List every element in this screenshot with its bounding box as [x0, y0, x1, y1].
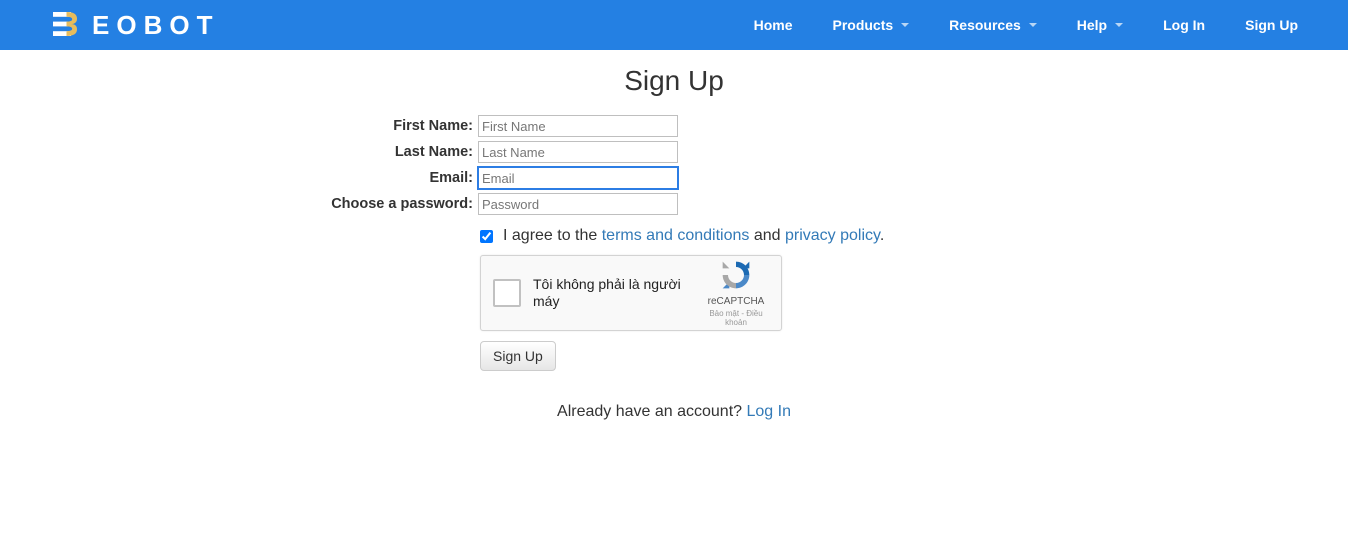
recaptcha-checkbox[interactable] [493, 279, 521, 307]
chevron-down-icon [1029, 23, 1037, 27]
signup-form: First Name: Last Name: Email: Choose a p… [104, 115, 1244, 371]
first-name-label: First Name: [104, 118, 478, 134]
terms-link[interactable]: terms and conditions [602, 227, 750, 244]
nav-help-label: Help [1077, 17, 1107, 33]
nav-home-label: Home [754, 17, 793, 33]
first-name-row: First Name: [104, 115, 1244, 137]
recaptcha-terms-text: Bảo mật - Điều khoản [703, 309, 769, 327]
email-label: Email: [104, 170, 478, 186]
nav-signup[interactable]: Sign Up [1245, 17, 1298, 33]
password-label: Choose a password: [104, 196, 478, 212]
nav-products[interactable]: Products [832, 17, 909, 33]
navbar: EOBOT Home Products Resources Help Log I… [0, 0, 1348, 50]
recaptcha-widget: Tôi không phải là người máy reCAPTCHA Bả… [480, 255, 782, 331]
recaptcha-brand-text: reCAPTCHA [703, 296, 769, 307]
privacy-link[interactable]: privacy policy [785, 227, 880, 244]
brand-link[interactable]: EOBOT [50, 9, 219, 42]
login-prompt: Already have an account? Log In [104, 403, 1244, 421]
login-prompt-text: Already have an account? [557, 403, 746, 420]
agree-prefix: I agree to the [503, 227, 602, 244]
page-title: Sign Up [104, 65, 1244, 97]
agree-and: and [749, 227, 785, 244]
recaptcha-logo-icon [720, 259, 752, 291]
signup-button[interactable]: Sign Up [480, 341, 556, 371]
page-container: Sign Up First Name: Last Name: Email: Ch… [104, 50, 1244, 421]
nav-home[interactable]: Home [754, 17, 793, 33]
last-name-input[interactable] [478, 141, 678, 163]
password-row: Choose a password: [104, 193, 1244, 215]
recaptcha-branding: reCAPTCHA Bảo mật - Điều khoản [703, 259, 769, 327]
nav-resources[interactable]: Resources [949, 17, 1037, 33]
recaptcha-label: Tôi không phải là người máy [533, 276, 703, 310]
last-name-label: Last Name: [104, 144, 478, 160]
agree-checkbox[interactable] [480, 230, 493, 243]
agree-text: I agree to the terms and conditions and … [503, 227, 884, 245]
nav-login-label: Log In [1163, 17, 1205, 33]
first-name-input[interactable] [478, 115, 678, 137]
nav-resources-label: Resources [949, 17, 1021, 33]
agree-row: I agree to the terms and conditions and … [480, 227, 1244, 245]
nav-login[interactable]: Log In [1163, 17, 1205, 33]
email-input[interactable] [478, 167, 678, 189]
password-input[interactable] [478, 193, 678, 215]
nav-help[interactable]: Help [1077, 17, 1123, 33]
nav-products-label: Products [832, 17, 893, 33]
nav-signup-label: Sign Up [1245, 17, 1298, 33]
agree-suffix: . [880, 227, 884, 244]
last-name-row: Last Name: [104, 141, 1244, 163]
login-link[interactable]: Log In [746, 403, 790, 420]
brand-logo-icon [50, 9, 80, 42]
brand-text: EOBOT [92, 10, 219, 41]
email-row: Email: [104, 167, 1244, 189]
chevron-down-icon [1115, 23, 1123, 27]
chevron-down-icon [901, 23, 909, 27]
